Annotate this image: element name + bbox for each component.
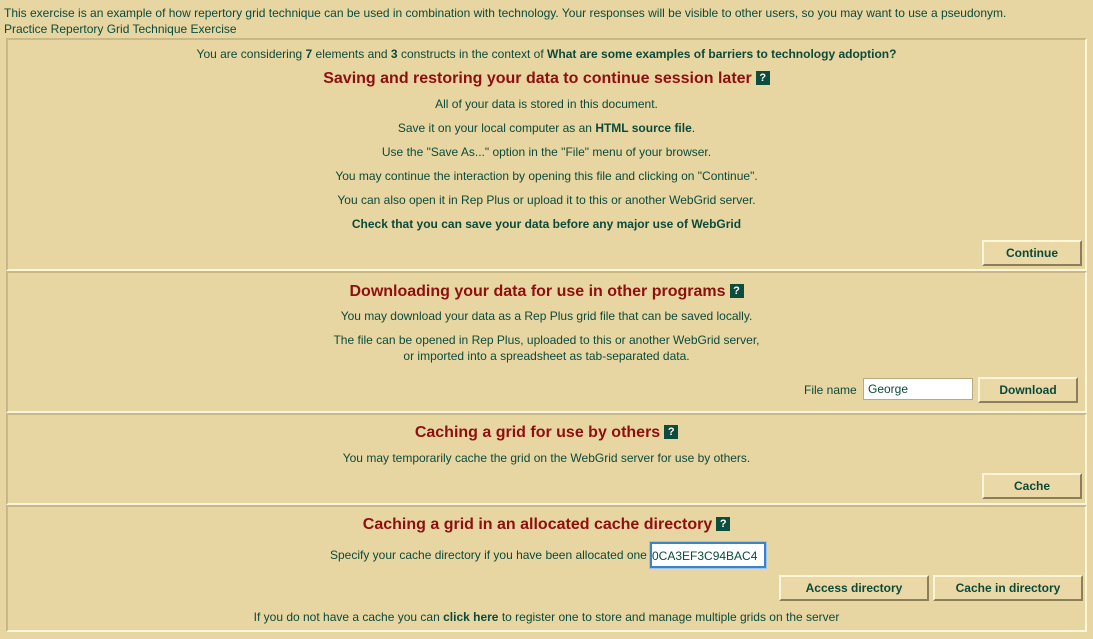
file-name-input[interactable]: George xyxy=(863,378,973,400)
help-icon[interactable]: ? xyxy=(716,517,731,531)
register-link[interactable]: click here xyxy=(443,610,498,624)
help-icon[interactable]: ? xyxy=(755,71,770,85)
download-line-2: The file can be opened in Rep Plus, uplo… xyxy=(333,333,760,347)
exercise-title: Practice Repertory Grid Technique Exerci… xyxy=(4,22,237,36)
saving-panel: You are considering 7 elements and 3 con… xyxy=(6,38,1087,271)
alloc-panel: Caching a grid in an allocated cache dir… xyxy=(6,505,1087,632)
download-heading: Downloading your data for use in other p… xyxy=(8,283,1085,301)
file-name-label: File name xyxy=(804,383,857,397)
intro-line: This exercise is an example of how reper… xyxy=(4,6,1007,20)
saving-warning: Check that you can save your data before… xyxy=(351,217,742,231)
download-panel: Downloading your data for use in other p… xyxy=(6,271,1087,413)
cache-in-directory-button[interactable]: Cache in directory xyxy=(933,575,1083,601)
context-line: You are considering 7 elements and 3 con… xyxy=(196,47,897,61)
cache-dir-label: Specify your cache directory if you have… xyxy=(330,548,647,562)
saving-line-5: You can also open it in Rep Plus or uplo… xyxy=(337,193,756,207)
cache-button[interactable]: Cache xyxy=(982,473,1082,499)
access-directory-button[interactable]: Access directory xyxy=(779,575,929,601)
alloc-heading: Caching a grid in an allocated cache dir… xyxy=(8,516,1085,534)
cache-panel: Caching a grid for use by others? You ma… xyxy=(6,413,1087,505)
intro-text: This exercise is an example of how reper… xyxy=(4,5,1006,37)
help-icon[interactable]: ? xyxy=(664,425,679,439)
cache-dir-input[interactable]: 0CA3EF3C94BAC4 xyxy=(649,541,767,569)
saving-line-4: You may continue the interaction by open… xyxy=(335,169,758,183)
register-line: If you do not have a cache you can click… xyxy=(253,610,840,624)
download-line-1: You may download your data as a Rep Plus… xyxy=(340,309,753,323)
download-button[interactable]: Download xyxy=(978,377,1078,403)
download-line-3: or imported into a spreadsheet as tab-se… xyxy=(403,349,690,363)
help-icon[interactable]: ? xyxy=(729,284,744,298)
saving-line-3: Use the "Save As..." option in the "File… xyxy=(381,145,712,159)
constructs-count: 3 xyxy=(390,47,398,61)
saving-line-2: Save it on your local computer as an HTM… xyxy=(397,121,696,135)
context-question: What are some examples of barriers to te… xyxy=(547,47,897,61)
saving-line-1: All of your data is stored in this docum… xyxy=(435,97,658,111)
saving-heading: Saving and restoring your data to contin… xyxy=(8,70,1085,88)
cache-heading: Caching a grid for use by others? xyxy=(8,424,1085,442)
cache-line-1: You may temporarily cache the grid on th… xyxy=(342,451,751,465)
continue-button[interactable]: Continue xyxy=(982,240,1082,266)
